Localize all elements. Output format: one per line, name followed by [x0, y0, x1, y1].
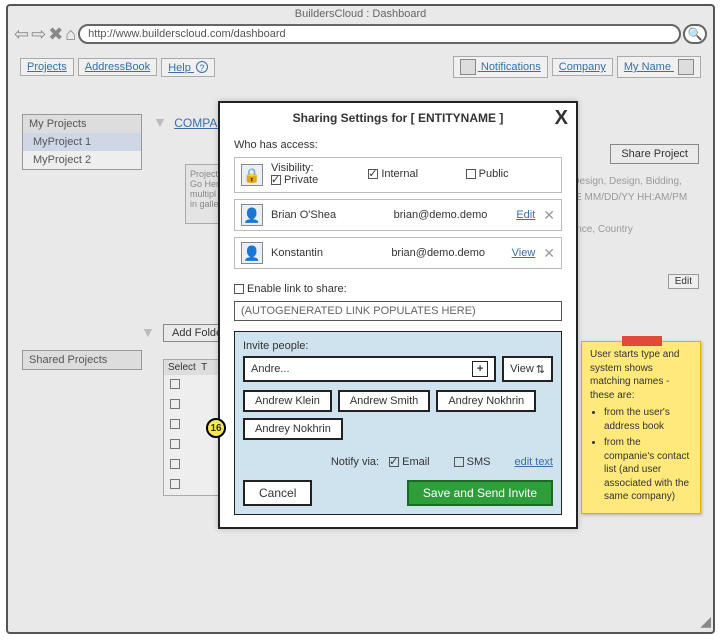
collapse-icon-2[interactable]: ▼	[141, 324, 155, 340]
user-action-edit[interactable]: Edit	[516, 209, 535, 221]
access-user-row: 👤 Brian O'Shea brian@demo.demo Edit ✕	[234, 199, 562, 231]
notify-row: Notify via: Email SMS edit text	[243, 456, 553, 468]
help-icon: ?	[196, 61, 208, 73]
checkbox-icon	[454, 457, 464, 467]
url-text: http://www.builderscloud.com/dashboard	[88, 28, 286, 40]
who-has-access-label: Who has access:	[234, 139, 562, 151]
window-title: BuildersCloud : Dashboard	[8, 6, 713, 22]
nav-company[interactable]: Company	[552, 58, 613, 76]
header-links: Projects AddressBook Help ? Notification…	[8, 50, 713, 84]
generated-link-field[interactable]: (AUTOGENERATED LINK POPULATES HERE)	[234, 301, 562, 321]
url-bar[interactable]: http://www.builderscloud.com/dashboard	[78, 24, 681, 44]
suggestion-item[interactable]: Andrew Klein	[243, 390, 332, 412]
edit-chip[interactable]: Edit	[668, 274, 699, 289]
panel-shared-projects: Shared Projects	[22, 350, 142, 370]
avatar-icon	[678, 59, 694, 75]
visibility-internal[interactable]: Internal	[368, 168, 418, 180]
user-email: brian@demo.demo	[394, 209, 509, 221]
bell-icon	[460, 59, 476, 75]
nav-projects[interactable]: Projects	[20, 58, 74, 76]
invite-input-value: Andre...	[251, 363, 290, 375]
user-icon: 👤	[241, 242, 263, 264]
list-row[interactable]	[164, 435, 222, 455]
sharing-modal: X Sharing Settings for [ ENTITYNAME ] Wh…	[218, 101, 578, 529]
resize-grip-icon[interactable]: ◢	[700, 613, 711, 630]
checkbox-icon	[466, 169, 476, 179]
panel-title-my-projects: My Projects	[23, 115, 141, 133]
modal-title: Sharing Settings for [ ENTITYNAME ]	[220, 103, 576, 129]
user-action-view[interactable]: View	[512, 247, 536, 259]
lock-icon: 🔒	[241, 164, 263, 186]
suggestion-item[interactable]: Andrey Nokhrin	[436, 390, 536, 412]
user-name: Konstantin	[271, 247, 383, 259]
sidebar: My Projects MyProject 1 MyProject 2 Shar…	[22, 114, 142, 380]
user-icon: 👤	[241, 204, 263, 226]
list-row[interactable]	[164, 395, 222, 415]
list-header: Select T	[164, 360, 222, 375]
close-button[interactable]: X	[555, 107, 568, 130]
home-icon[interactable]: ⌂	[65, 25, 76, 43]
invite-suggestions: Andrew Klein Andrew Smith Andrey Nokhrin…	[243, 390, 553, 440]
search-button[interactable]: 🔍	[683, 24, 707, 44]
user-email: brian@demo.demo	[391, 247, 503, 259]
invite-input[interactable]: Andre... +	[243, 356, 496, 382]
nav-notifications[interactable]: Notifications	[453, 56, 548, 78]
panel-title-shared-projects: Shared Projects	[23, 351, 141, 369]
invite-label: Invite people:	[243, 340, 553, 352]
sticky-note: User starts type and system shows matchi…	[581, 341, 701, 514]
visibility-private[interactable]: Private	[271, 174, 318, 186]
enable-link-row: Enable link to share: (AUTOGENERATED LIN…	[234, 283, 562, 321]
visibility-row: 🔒 Visibility: Private Internal	[234, 157, 562, 193]
plus-icon[interactable]: +	[472, 361, 488, 377]
browser-toolbar: ⇦ ⇨ ✖ ⌂ http://www.builderscloud.com/das…	[8, 22, 713, 50]
browser-frame: BuildersCloud : Dashboard ⇦ ⇨ ✖ ⌂ http:/…	[6, 4, 715, 634]
project-meta: -Design, Design, Bidding, TE MM/DD/YY HH…	[569, 174, 699, 238]
nav-myname[interactable]: My Name	[617, 56, 701, 78]
checkbox-icon	[271, 175, 281, 185]
invite-view-button[interactable]: View ⇅	[502, 356, 553, 382]
remove-user-button[interactable]: ✕	[543, 245, 555, 262]
sticky-bullet: from the user's address book	[604, 406, 692, 433]
notify-sms[interactable]: SMS	[454, 456, 491, 468]
visibility-label: Visibility:	[271, 162, 360, 174]
sticky-bullet: from the companie's contact list (and us…	[604, 436, 692, 504]
checkbox-icon	[368, 169, 378, 179]
panel-my-projects: My Projects MyProject 1 MyProject 2	[22, 114, 142, 170]
access-user-row: 👤 Konstantin brian@demo.demo View ✕	[234, 237, 562, 269]
nav-help[interactable]: Help ?	[161, 58, 215, 77]
remove-user-button[interactable]: ✕	[543, 207, 555, 224]
suggestion-item[interactable]: Andrew Smith	[338, 390, 430, 412]
list-row[interactable]	[164, 455, 222, 475]
collapse-icon[interactable]: ▼	[153, 114, 167, 130]
user-name: Brian O'Shea	[271, 209, 386, 221]
edit-text-link[interactable]: edit text	[514, 456, 553, 468]
back-icon[interactable]: ⇦	[14, 25, 29, 43]
annotation-callout: 16	[206, 418, 226, 438]
notify-email[interactable]: Email	[389, 456, 430, 468]
invite-panel: Invite people: Andre... + View ⇅ Andrew …	[234, 331, 562, 515]
sidebar-item-project-1[interactable]: MyProject 1	[23, 133, 141, 151]
stop-icon[interactable]: ✖	[48, 25, 63, 43]
sidebar-item-project-2[interactable]: MyProject 2	[23, 151, 141, 169]
cancel-button[interactable]: Cancel	[243, 480, 312, 506]
stepper-icon: ⇅	[536, 363, 545, 376]
visibility-public[interactable]: Public	[466, 168, 509, 180]
checkbox-icon	[389, 457, 399, 467]
notify-label: Notify via:	[331, 456, 379, 468]
share-project-button[interactable]: Share Project	[610, 144, 699, 164]
suggestion-item[interactable]: Andrey Nokhrin	[243, 418, 343, 440]
save-send-button[interactable]: Save and Send Invite	[407, 480, 553, 506]
enable-link-checkbox[interactable]: Enable link to share:	[234, 283, 347, 295]
list-row[interactable]	[164, 375, 222, 395]
checkbox-icon	[234, 284, 244, 294]
forward-icon[interactable]: ⇨	[31, 25, 46, 43]
list-row[interactable]	[164, 475, 222, 495]
sticky-intro: User starts type and system shows matchi…	[590, 348, 692, 402]
nav-addressbook[interactable]: AddressBook	[78, 58, 157, 76]
search-icon: 🔍	[688, 27, 703, 41]
